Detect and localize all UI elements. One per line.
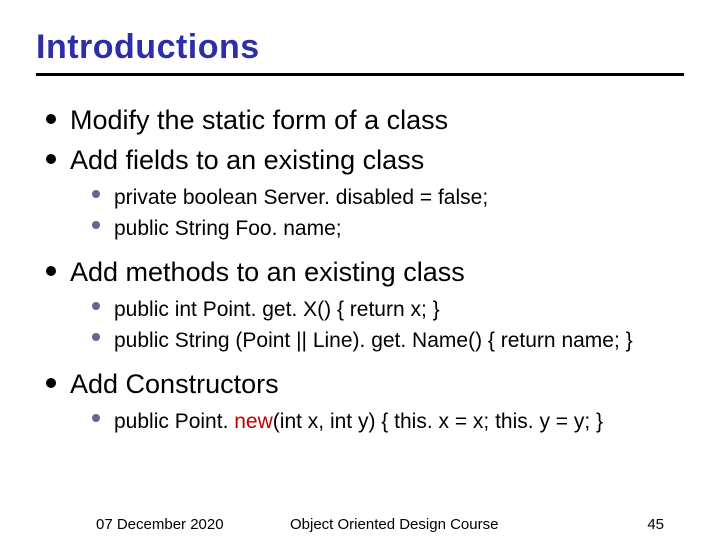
footer-page-number: 45: [647, 516, 664, 533]
sub-bullet-list: public Point. new(int x, int y) { this. …: [92, 408, 684, 435]
sub-bullet-item: public int Point. get. X() { return x; }: [92, 296, 684, 323]
bullet-text: Add methods to an existing class: [70, 257, 465, 287]
sub-bullet-text: private boolean Server. disabled = false…: [114, 186, 488, 209]
slide-title: Introductions: [36, 28, 684, 67]
sub-bullet-text: public int Point. get. X() { return x; }: [114, 298, 440, 321]
slide-body: Modify the static form of a class Add fi…: [36, 104, 684, 435]
sub-bullet-item: public String (Point || Line). get. Name…: [92, 327, 684, 354]
bullet-item: Add fields to an existing class private …: [42, 144, 684, 242]
bullet-list: Modify the static form of a class Add fi…: [42, 104, 684, 435]
footer-course: Object Oriented Design Course: [290, 516, 498, 533]
sub-bullet-item: private boolean Server. disabled = false…: [92, 184, 684, 211]
bullet-item: Add Constructors public Point. new(int x…: [42, 368, 684, 435]
bullet-item: Add methods to an existing class public …: [42, 256, 684, 354]
bullet-text: Modify the static form of a class: [70, 105, 448, 135]
bullet-item: Modify the static form of a class: [42, 104, 684, 138]
code-pre: public Point.: [114, 410, 234, 433]
sub-bullet-item: public String Foo. name;: [92, 215, 684, 242]
bullet-text: Add fields to an existing class: [70, 145, 424, 175]
slide: Introductions Modify the static form of …: [0, 0, 720, 540]
sub-bullet-text: public String Foo. name;: [114, 217, 342, 240]
sub-bullet-list: private boolean Server. disabled = false…: [92, 184, 684, 243]
code-post: (int x, int y) { this. x = x; this. y = …: [273, 410, 603, 433]
sub-bullet-text: public Point. new(int x, int y) { this. …: [114, 410, 603, 433]
sub-bullet-list: public int Point. get. X() { return x; }…: [92, 296, 684, 355]
footer-date: 07 December 2020: [96, 516, 224, 533]
keyword-new: new: [234, 410, 273, 433]
title-underline: [36, 73, 684, 76]
bullet-text: Add Constructors: [70, 369, 279, 399]
sub-bullet-item: public Point. new(int x, int y) { this. …: [92, 408, 684, 435]
sub-bullet-text: public String (Point || Line). get. Name…: [114, 329, 633, 352]
